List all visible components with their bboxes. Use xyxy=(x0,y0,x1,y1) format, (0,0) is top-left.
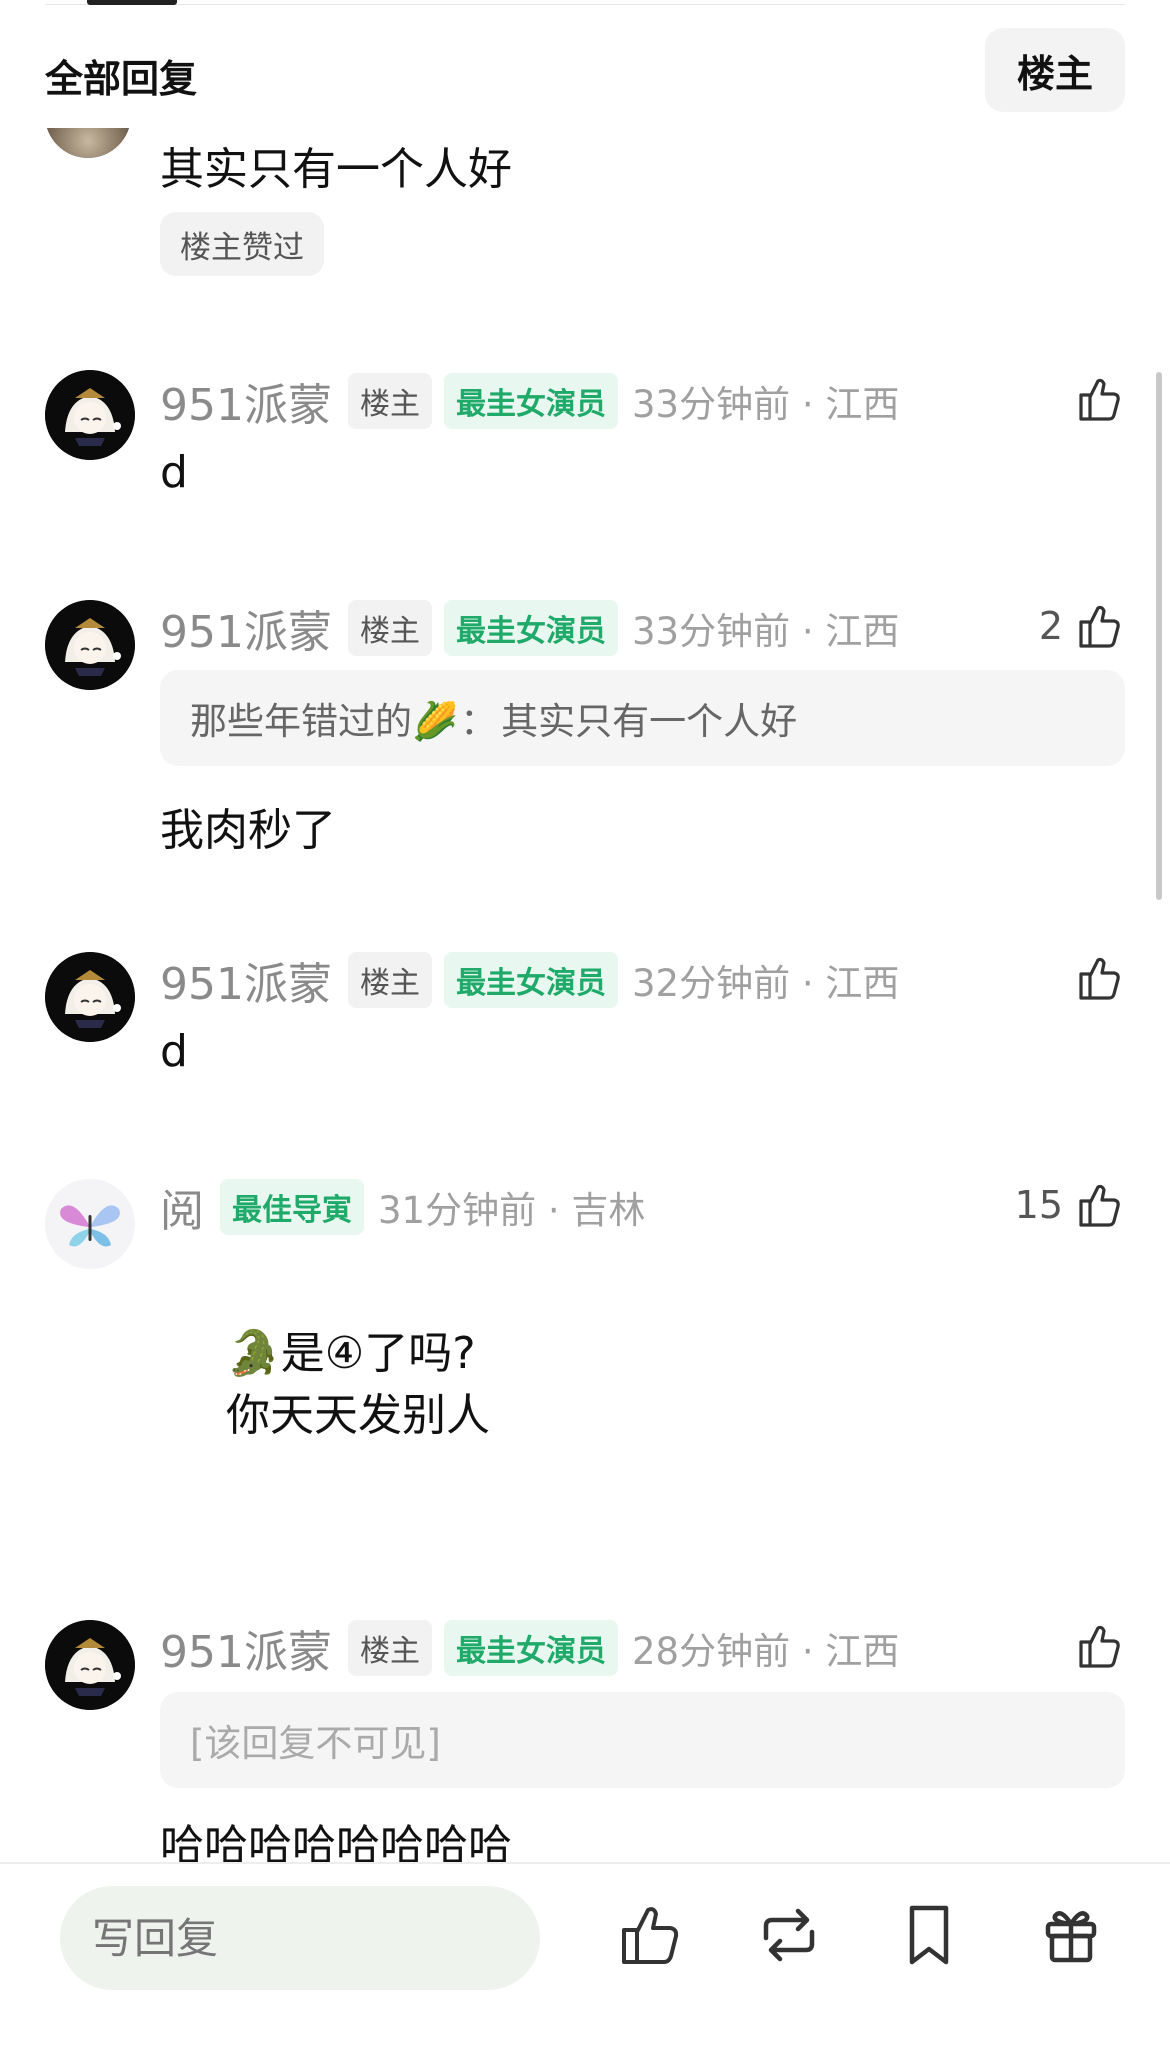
top-divider xyxy=(45,4,1125,5)
comment-text: d xyxy=(160,447,188,498)
username[interactable]: 951派蒙 xyxy=(160,1616,332,1680)
award-tag: 最圭女演员 xyxy=(443,952,618,1008)
owner-tag: 楼主 xyxy=(347,600,432,656)
thumbs-up-icon xyxy=(1073,1620,1125,1672)
thumbs-up-icon[interactable] xyxy=(612,1898,686,1972)
scrollbar[interactable] xyxy=(1156,372,1162,900)
active-tab-indicator xyxy=(87,0,177,5)
like-button[interactable]: 15 xyxy=(1015,1173,1125,1237)
image-caption-line: 🐊是④了吗? xyxy=(226,1328,476,1379)
quoted-reply-hidden: [该回复不可见] xyxy=(160,1692,1125,1788)
comment-time: 33分钟前 · 江西 xyxy=(631,383,900,426)
gift-icon[interactable] xyxy=(1034,1898,1108,1972)
username[interactable]: 951派蒙 xyxy=(160,948,332,1012)
comment-text: 其实只有一个人好 xyxy=(160,144,512,195)
avatar[interactable] xyxy=(45,952,135,1042)
comment-time: 32分钟前 · 江西 xyxy=(631,962,900,1005)
like-button[interactable]: 2 xyxy=(1039,594,1125,658)
award-tag: 最圭女演员 xyxy=(443,1620,618,1676)
comment-time: 31分钟前 · 吉林 xyxy=(378,1189,646,1232)
bottom-action-bar xyxy=(0,1862,1170,2072)
award-tag: 最圭女演员 xyxy=(443,373,618,429)
owner-tag: 楼主 xyxy=(347,1620,432,1676)
image-caption-line: 你天天发别人 xyxy=(226,1390,490,1441)
comment-text: d xyxy=(160,1026,188,1077)
section-title: 全部回复 xyxy=(45,57,198,101)
comment-text: 我肉秒了 xyxy=(160,805,336,856)
thumbs-up-icon xyxy=(1073,1179,1125,1231)
like-button[interactable] xyxy=(1063,1614,1125,1678)
comment-time: 33分钟前 · 江西 xyxy=(631,610,900,653)
owner-tag: 楼主 xyxy=(347,952,432,1008)
quote-separator: ： xyxy=(460,700,498,743)
quoted-username[interactable]: 那些年错过的🌽 xyxy=(190,691,458,745)
username[interactable]: 阅 xyxy=(160,1175,204,1239)
owner-tag: 楼主 xyxy=(347,373,432,429)
like-button[interactable] xyxy=(1063,367,1125,431)
reply-input[interactable] xyxy=(60,1886,540,1990)
quoted-reply[interactable]: 那些年错过的🌽：其实只有一个人好 xyxy=(160,670,1125,766)
username[interactable]: 951派蒙 xyxy=(160,596,332,660)
quoted-text: 其实只有一个人好 xyxy=(501,700,798,743)
avatar[interactable] xyxy=(45,370,135,460)
comment-image[interactable]: 🐊是④了吗? 你天天发别人 xyxy=(226,1323,490,1447)
username[interactable]: 951派蒙 xyxy=(160,369,332,433)
repost-icon[interactable] xyxy=(752,1898,826,1972)
like-count: 2 xyxy=(1038,604,1063,648)
thumbs-up-icon xyxy=(1073,600,1125,652)
thumbs-up-icon xyxy=(1073,373,1125,425)
avatar[interactable] xyxy=(45,1620,135,1710)
comment-time: 28分钟前 · 江西 xyxy=(631,1630,900,1673)
like-count: 15 xyxy=(1014,1183,1063,1227)
award-tag: 最佳导寅 xyxy=(220,1179,364,1235)
owner-liked-badge: 楼主赞过 xyxy=(160,212,324,276)
bookmark-icon[interactable] xyxy=(892,1898,966,1972)
award-tag: 最圭女演员 xyxy=(443,600,618,656)
avatar[interactable] xyxy=(45,600,135,690)
reply-header: 全部回复 楼主 xyxy=(45,28,1125,114)
like-button[interactable] xyxy=(1063,946,1125,1010)
avatar[interactable] xyxy=(45,1179,135,1269)
filter-owner-button[interactable]: 楼主 xyxy=(985,28,1125,112)
thumbs-up-icon xyxy=(1073,952,1125,1004)
